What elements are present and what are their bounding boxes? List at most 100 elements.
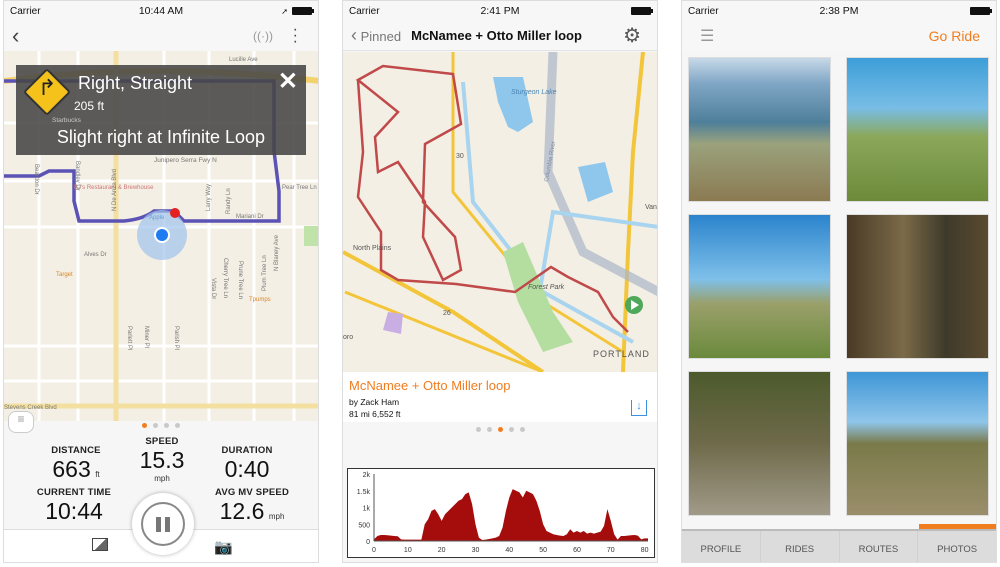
pause-icon: [141, 502, 185, 546]
svg-text:30: 30: [456, 153, 464, 160]
map-label-freeway: Junipero Serra Fwy N: [154, 157, 217, 164]
tab-routes[interactable]: ROUTES: [840, 531, 919, 562]
back-icon: ‹: [351, 25, 357, 45]
back-button[interactable]: ‹ Pinned: [351, 25, 401, 46]
nav-bar: ☰ Go Ride: [682, 21, 996, 51]
antenna-icon[interactable]: ((·)): [253, 29, 273, 43]
turn-banner: ↱ Right, Straight 205 ft ✕ Slight right …: [16, 65, 306, 155]
svg-text:Tpumps: Tpumps: [249, 297, 271, 303]
distance-stat: DISTANCE 663 ft: [51, 445, 101, 482]
photo-thumbnail[interactable]: [846, 371, 989, 516]
x-tick-label: 0: [372, 547, 376, 554]
nav-bar: ‹ ((·)) · · ·: [4, 21, 318, 51]
map[interactable]: Lucille Ave BJ's Restaurant & Brewhouse …: [4, 51, 318, 433]
x-tick-label: 70: [607, 547, 615, 554]
svg-text:N Blaney Ave: N Blaney Ave: [274, 234, 280, 271]
photos-screen: Carrier 2:38 PM ☰ Go Ride PROFILE RIDES …: [681, 0, 997, 563]
svg-text:Stevens Creek Blvd: Stevens Creek Blvd: [4, 405, 57, 411]
x-tick-label: 50: [539, 547, 547, 554]
route-stats: 81 mi 6,552 ft: [349, 409, 401, 419]
svg-text:Sturgeon Lake: Sturgeon Lake: [511, 89, 557, 96]
clock: 10:44 AM: [138, 5, 184, 17]
back-icon[interactable]: ‹: [12, 23, 19, 49]
svg-text:Pear Tree Ln: Pear Tree Ln: [282, 185, 317, 191]
elevation-chart: 0 500 1k 1.5k 2k 0 10 20 30 40 50 60 70 80: [347, 468, 655, 558]
photo-thumbnail[interactable]: [846, 57, 989, 202]
svg-text:26: 26: [443, 310, 451, 317]
route-title[interactable]: McNamee + Otto Miller loop: [349, 378, 510, 393]
turn-title: Right, Straight: [78, 73, 193, 93]
close-icon[interactable]: ✕: [278, 67, 298, 96]
download-icon[interactable]: ↓: [631, 400, 647, 416]
photo-thumbnail[interactable]: [688, 371, 831, 516]
ride-tracking-screen: Carrier 10:44 AM ➚ ‹ ((·)) · · · Lucille A…: [3, 0, 319, 563]
svg-text:N De Anza Blvd: N De Anza Blvd: [112, 169, 118, 211]
photo-thumbnail[interactable]: [688, 57, 831, 202]
duration-stat: DURATION 0:40: [221, 445, 273, 482]
route-detail-screen: Carrier 2:41 PM ‹ Pinned McNamee + Otto …: [342, 0, 658, 563]
svg-text:Bandley Dr: Bandley Dr: [74, 161, 80, 191]
y-tick-label: 500: [358, 522, 370, 529]
x-tick-label: 10: [404, 547, 412, 554]
route-card[interactable]: McNamee + Otto Miller loop by Zack Ham 8…: [343, 372, 657, 422]
page-indicator[interactable]: [343, 427, 657, 432]
photo-icon[interactable]: [92, 538, 108, 551]
y-tick-label: 2k: [363, 472, 371, 479]
y-tick-label: 1k: [363, 506, 371, 513]
elevation-area: [374, 489, 648, 541]
x-tick-label: 60: [573, 547, 581, 554]
tab-profile[interactable]: PROFILE: [682, 531, 761, 562]
status-bar: Carrier 2:41 PM: [343, 1, 657, 21]
svg-text:Beardon Dr: Beardon Dr: [33, 164, 39, 195]
x-tick-label: 80: [641, 547, 649, 554]
svg-text:Cherry Tree Ln: Cherry Tree Ln: [222, 258, 228, 298]
x-tick-label: 20: [438, 547, 446, 554]
turn-arrow-icon: ↱: [38, 75, 57, 100]
route-author: by Zack Ham: [349, 397, 400, 407]
svg-text:Apple: Apple: [149, 215, 165, 221]
photo-thumbnail[interactable]: [846, 214, 989, 359]
svg-text:Lucille Ave: Lucille Ave: [229, 57, 258, 63]
svg-text:Miner Pl: Miner Pl: [143, 326, 149, 348]
menu-icon[interactable]: ☰: [700, 26, 714, 46]
camera-icon[interactable]: 📷: [214, 538, 233, 556]
svg-text:Alves Dr: Alves Dr: [84, 252, 107, 258]
current-time-stat: CURRENT TIME 10:44: [36, 487, 112, 524]
photo-thumbnail[interactable]: [688, 214, 831, 359]
clock: 2:38 PM: [819, 5, 859, 17]
svg-text:Vista Dr: Vista Dr: [210, 278, 216, 299]
svg-text:oro: oro: [343, 334, 353, 341]
nav-bar: ‹ Pinned McNamee + Otto Miller loop ⚙: [343, 21, 657, 51]
svg-text:Plum Tree Ln: Plum Tree Ln: [262, 255, 268, 291]
tab-bar: PROFILE RIDES ROUTES PHOTOS: [682, 529, 996, 562]
svg-text:Prune Tree Ln: Prune Tree Ln: [237, 261, 243, 299]
page-indicator[interactable]: [4, 423, 318, 428]
page-title: McNamee + Otto Miller loop: [411, 28, 582, 43]
x-tick-label: 40: [505, 547, 513, 554]
svg-text:Van: Van: [645, 204, 657, 211]
map[interactable]: Sturgeon Lake Columbia River 30 Van Nort…: [343, 52, 657, 372]
tab-photos[interactable]: PHOTOS: [918, 531, 996, 562]
svg-text:Parlett Pl: Parlett Pl: [126, 326, 132, 350]
y-tick-label: 0: [366, 539, 370, 546]
go-ride-button[interactable]: Go Ride: [929, 28, 980, 44]
battery-icon: [970, 7, 992, 15]
avg-speed-stat: AVG MV SPEED 12.6 mph: [214, 487, 290, 524]
turn-instruction: Slight right at Infinite Loop: [56, 127, 266, 147]
svg-text:Target: Target: [56, 272, 73, 278]
map-label-starbucks: Starbucks: [52, 117, 81, 124]
battery-icon: [631, 7, 653, 15]
tab-rides[interactable]: RIDES: [761, 531, 840, 562]
turn-distance: 205 ft: [74, 99, 105, 113]
status-bar: Carrier 2:38 PM: [682, 1, 996, 21]
back-label: Pinned: [360, 29, 402, 44]
menu-icon[interactable]: ≡: [8, 411, 34, 433]
svg-text:Parish Pl: Parish Pl: [173, 326, 179, 350]
y-tick-label: 1.5k: [357, 489, 371, 496]
more-icon[interactable]: · · ·: [293, 22, 298, 50]
gear-icon[interactable]: ⚙: [623, 23, 641, 48]
x-tick-label: 30: [472, 547, 480, 554]
status-bar: Carrier 10:44 AM ➚: [4, 1, 318, 21]
clock: 2:41 PM: [480, 5, 520, 17]
pause-button[interactable]: [132, 493, 194, 555]
